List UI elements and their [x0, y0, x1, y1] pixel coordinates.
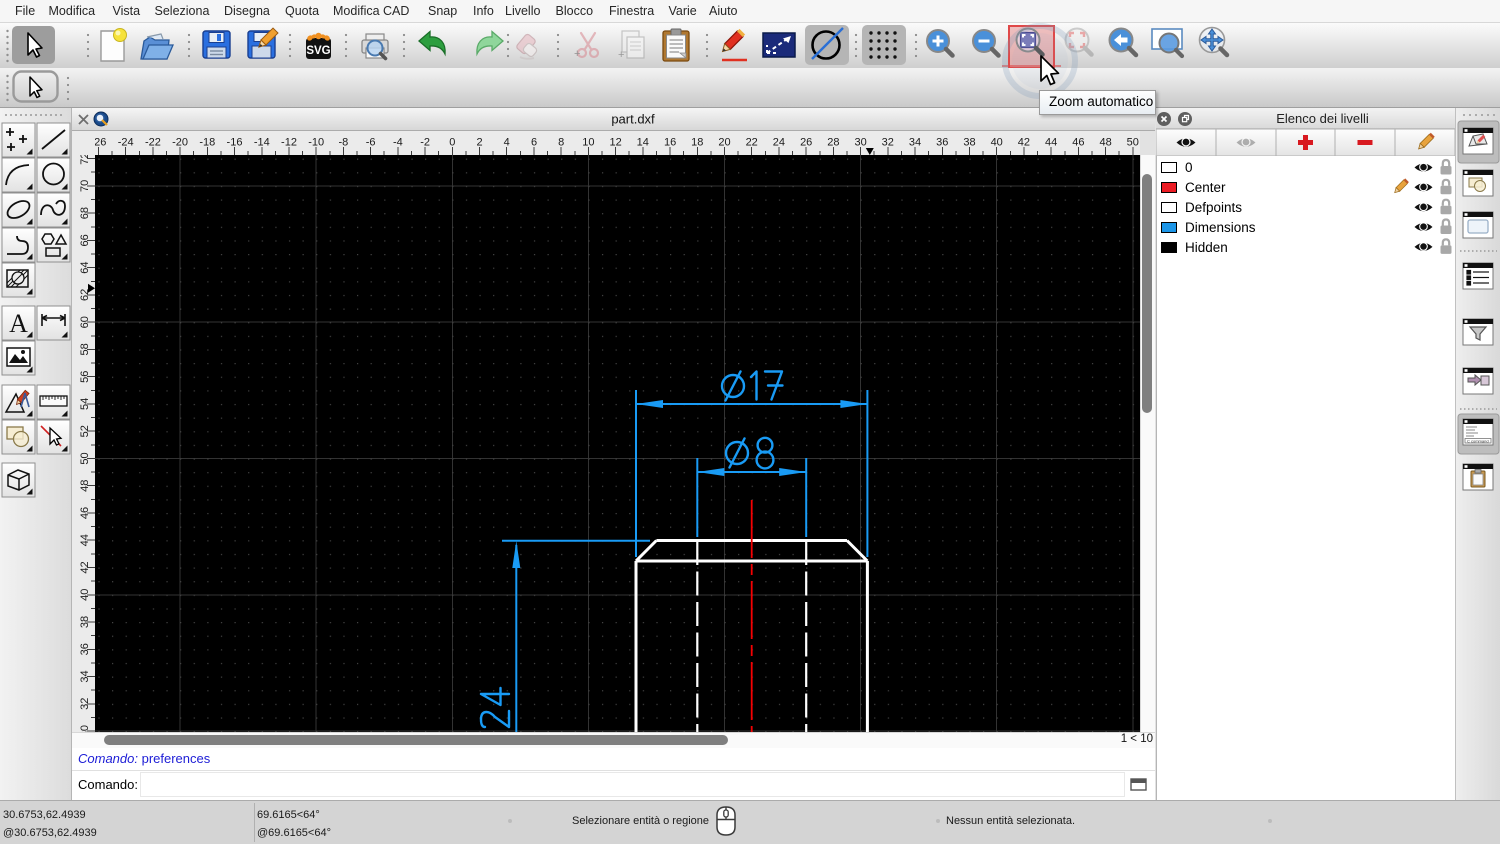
- svg-text:30: 30: [854, 137, 866, 149]
- svg-text:-24: -24: [118, 137, 134, 149]
- svg-text:28: 28: [827, 137, 839, 149]
- svg-text:12: 12: [609, 137, 621, 149]
- svg-text:42: 42: [1018, 137, 1030, 149]
- svg-text:part.dxf: part.dxf: [611, 112, 655, 127]
- svg-text:8: 8: [558, 137, 564, 149]
- svg-text:-18: -18: [199, 137, 215, 149]
- svg-text:+: +: [574, 48, 580, 60]
- svg-text:-2: -2: [420, 137, 430, 149]
- svg-text:A: A: [9, 309, 28, 338]
- svg-text:-14: -14: [254, 137, 270, 149]
- svg-text:34: 34: [909, 137, 921, 149]
- svg-text:4: 4: [504, 137, 510, 149]
- svg-text:-10: -10: [308, 137, 324, 149]
- svg-text:SVG: SVG: [306, 45, 330, 57]
- svg-text:-6: -6: [366, 137, 376, 149]
- svg-text:46: 46: [1072, 137, 1084, 149]
- svg-text:16: 16: [664, 137, 676, 149]
- svg-text:24: 24: [773, 137, 785, 149]
- svg-text:-20: -20: [172, 137, 188, 149]
- svg-text:-4: -4: [393, 137, 403, 149]
- svg-text:-26: -26: [95, 137, 106, 149]
- svg-text:38: 38: [963, 137, 975, 149]
- svg-text:48: 48: [1099, 137, 1111, 149]
- svg-text:-16: -16: [227, 137, 243, 149]
- svg-text:40: 40: [991, 137, 1003, 149]
- svg-text:-22: -22: [145, 137, 161, 149]
- svg-text:0: 0: [449, 137, 455, 149]
- svg-text:26: 26: [800, 137, 812, 149]
- svg-text:22: 22: [746, 137, 758, 149]
- svg-text:6: 6: [531, 137, 537, 149]
- svg-text:10: 10: [582, 137, 594, 149]
- svg-text:18: 18: [691, 137, 703, 149]
- svg-text:36: 36: [936, 137, 948, 149]
- svg-text:2: 2: [476, 137, 482, 149]
- svg-text:-8: -8: [339, 137, 349, 149]
- svg-text:20: 20: [718, 137, 730, 149]
- svg-text:44: 44: [1045, 137, 1057, 149]
- svg-text:-12: -12: [281, 137, 297, 149]
- svg-text:14: 14: [637, 137, 649, 149]
- svg-text:72: 72: [79, 155, 91, 165]
- svg-text:50: 50: [1127, 137, 1139, 149]
- svg-text:32: 32: [882, 137, 894, 149]
- svg-text:C command: C command: [1467, 438, 1489, 443]
- svg-text:+: +: [618, 49, 624, 61]
